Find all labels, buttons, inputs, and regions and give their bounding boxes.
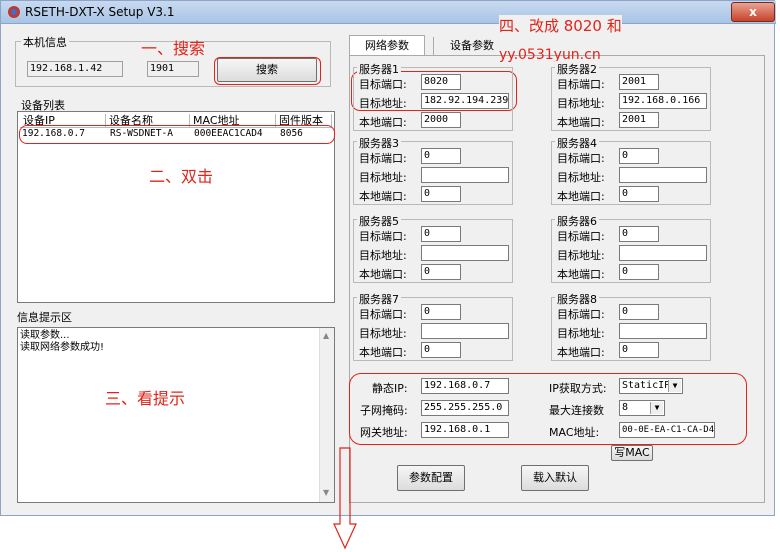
local-port-input[interactable]: 0 (421, 264, 461, 280)
local-port-input[interactable]: 0 (421, 342, 461, 358)
annotation-search: 一、搜索 (141, 39, 206, 58)
local-port-label: 本地端口: (557, 268, 605, 281)
app-icon (8, 6, 20, 18)
target-port-input[interactable]: 0 (619, 226, 659, 242)
local-port-label: 本地端口: (359, 116, 407, 129)
server-label: 服务器6 (555, 213, 599, 229)
local-port-label: 本地端口: (359, 190, 407, 203)
local-ip-field[interactable]: 192.168.1.42 (27, 61, 123, 77)
annotation-check-info: 三、看提示 (105, 389, 186, 408)
scroll-down-icon[interactable]: ▼ (323, 488, 329, 497)
annotation-double-click: 二、双击 (149, 167, 214, 186)
server-label: 服务器5 (357, 213, 401, 229)
write-mac-button[interactable]: 写MAC (611, 445, 653, 461)
target-port-label: 目标端口: (557, 230, 605, 243)
target-addr-input[interactable] (421, 323, 509, 339)
search-highlight (214, 57, 321, 85)
network-highlight (349, 373, 747, 445)
local-port-input[interactable]: 0 (619, 186, 659, 202)
info-line-1: 读取参数... (20, 330, 70, 341)
target-port-label: 目标端口: (359, 230, 407, 243)
server-label: 服务器4 (555, 135, 599, 151)
local-port-input[interactable]: 0 (619, 264, 659, 280)
local-port-label: 本地端口: (359, 346, 407, 359)
target-addr-input[interactable]: 182.92.194.239 (421, 93, 509, 109)
title-bar: RSETH-DXT-X Setup V3.1 x (1, 1, 776, 24)
target-port-input[interactable]: 8020 (421, 74, 461, 90)
server-label: 服务器1 (357, 61, 401, 77)
target-addr-input[interactable] (619, 167, 707, 183)
down-arrow-icon (333, 447, 357, 550)
local-port-label: 本地端口: (359, 268, 407, 281)
target-addr-label: 目标地址: (557, 97, 605, 110)
target-port-label: 目标端口: (557, 152, 605, 165)
info-textarea[interactable]: 读取参数... 读取网络参数成功! ▲ ▼ (17, 327, 335, 503)
target-port-label: 目标端口: (359, 308, 407, 321)
local-port-input[interactable]: 0 (619, 342, 659, 358)
local-port-label: 本地端口: (557, 116, 605, 129)
local-port-input[interactable]: 2001 (619, 112, 659, 128)
load-default-button[interactable]: 载入默认 (521, 465, 589, 491)
local-port-field[interactable]: 1901 (147, 61, 199, 77)
target-addr-input[interactable] (619, 245, 707, 261)
selected-row-highlight (19, 125, 335, 144)
target-port-input[interactable]: 0 (421, 304, 461, 320)
target-port-input[interactable]: 0 (619, 148, 659, 164)
local-port-label: 本地端口: (557, 346, 605, 359)
target-port-input[interactable]: 0 (619, 304, 659, 320)
config-button[interactable]: 参数配置 (397, 465, 465, 491)
app-window: RSETH-DXT-X Setup V3.1 x 本机信息 192.168.1.… (0, 0, 776, 516)
target-port-label: 目标端口: (557, 308, 605, 321)
annotation-change-to: 四、改成 8020 和 (499, 15, 622, 36)
server-label: 服务器3 (357, 135, 401, 151)
tab-network[interactable]: 网络参数 (349, 35, 425, 55)
target-addr-input[interactable] (619, 323, 707, 339)
target-port-input[interactable]: 0 (421, 226, 461, 242)
server-label: 服务器2 (555, 61, 599, 77)
info-area-label: 信息提示区 (17, 311, 72, 324)
target-port-label: 目标端口: (359, 152, 407, 165)
info-line-2: 读取网络参数成功! (20, 342, 105, 353)
server-label: 服务器8 (555, 291, 599, 307)
target-addr-label: 目标地址: (557, 327, 605, 340)
target-addr-label: 目标地址: (557, 171, 605, 184)
target-port-label: 目标端口: (359, 78, 407, 91)
local-port-label: 本地端口: (557, 190, 605, 203)
scroll-up-icon[interactable]: ▲ (323, 331, 329, 340)
target-addr-label: 目标地址: (359, 249, 407, 262)
local-port-input[interactable]: 2000 (421, 112, 461, 128)
local-info-label: 本机信息 (21, 34, 69, 50)
target-port-input[interactable]: 2001 (619, 74, 659, 90)
target-addr-label: 目标地址: (359, 97, 407, 110)
target-addr-label: 目标地址: (359, 171, 407, 184)
close-button[interactable]: x (731, 2, 775, 22)
target-addr-label: 目标地址: (359, 327, 407, 340)
server-label: 服务器7 (357, 291, 401, 307)
target-addr-label: 目标地址: (557, 249, 605, 262)
target-addr-input[interactable]: 192.168.0.166 (619, 93, 707, 109)
target-port-label: 目标端口: (557, 78, 605, 91)
target-port-input[interactable]: 0 (421, 148, 461, 164)
target-addr-input[interactable] (421, 167, 509, 183)
local-port-input[interactable]: 0 (421, 186, 461, 202)
window-title: RSETH-DXT-X Setup V3.1 (25, 5, 175, 19)
target-addr-input[interactable] (421, 245, 509, 261)
